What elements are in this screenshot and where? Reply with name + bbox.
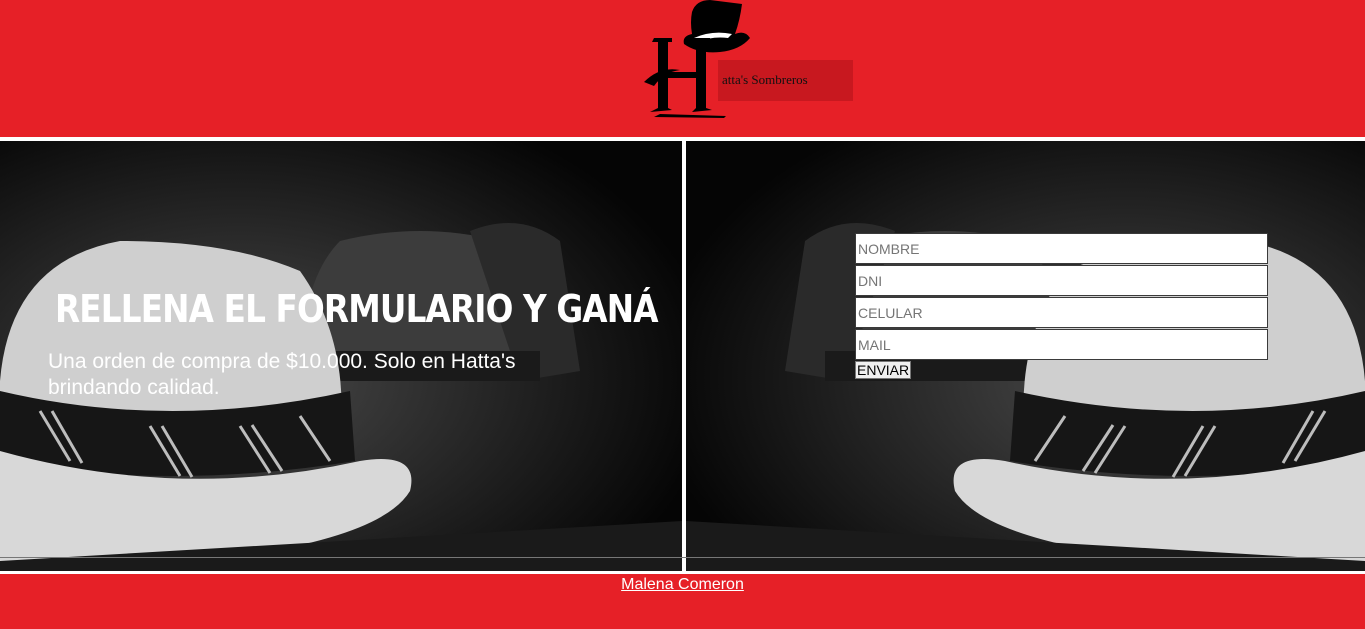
nombre-input[interactable] — [855, 233, 1268, 264]
hattas-logo[interactable]: atta's Sombreros — [640, 0, 855, 122]
hero-subtext: Una orden de compra de $10.000. Solo en … — [48, 350, 516, 399]
hero-left-panel: RELLENA EL FORMULARIO Y GANÁ Una orden d… — [0, 141, 682, 571]
celular-input[interactable] — [855, 297, 1268, 328]
hero-headline: RELLENA EL FORMULARIO Y GANÁ — [55, 287, 659, 331]
enviar-button[interactable]: ENVIAR — [855, 361, 912, 379]
mail-input[interactable] — [855, 329, 1268, 360]
top-hat-icon — [644, 0, 750, 118]
hero-section: RELLENA EL FORMULARIO Y GANÁ Una orden d… — [0, 141, 1365, 571]
hero-bottom-line — [0, 557, 1365, 558]
dni-input[interactable] — [855, 265, 1268, 296]
site-footer: Malena Comeron — [0, 571, 1365, 629]
logo-brand-text: atta's Sombreros — [722, 72, 808, 87]
contest-form: ENVIAR — [855, 233, 1268, 379]
author-link[interactable]: Malena Comeron — [621, 576, 744, 594]
site-header: atta's Sombreros — [0, 0, 1365, 137]
